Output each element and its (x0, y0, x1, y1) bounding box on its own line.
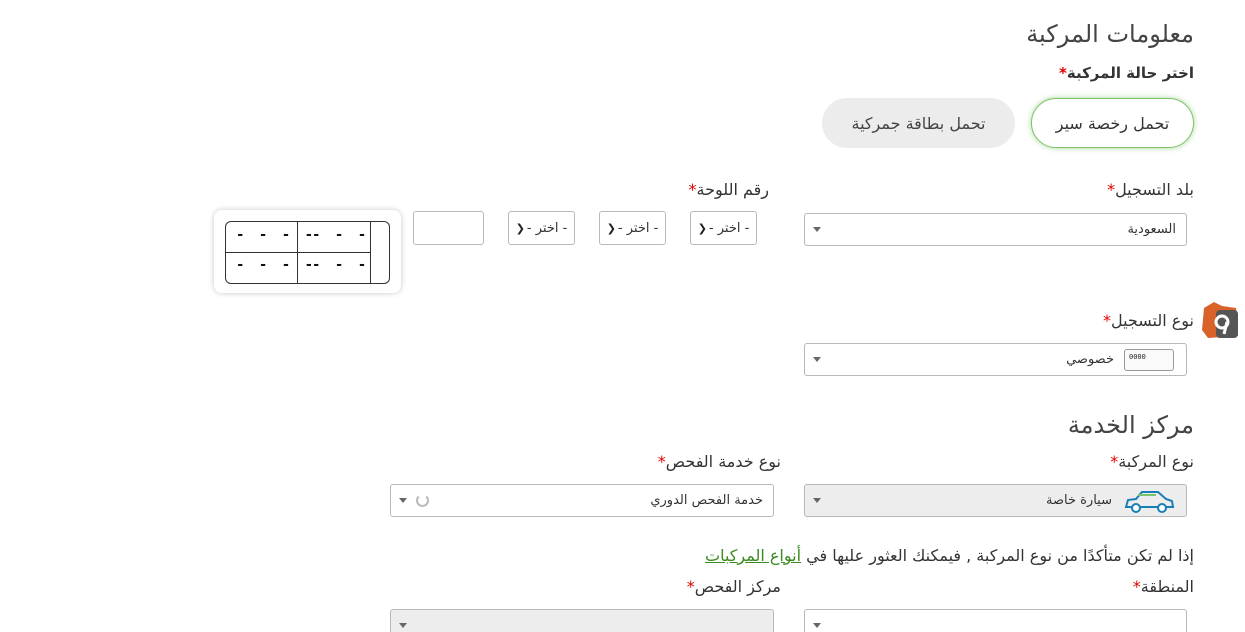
refresh-icon (416, 494, 429, 507)
plate-preview: - - - - - - - - - - - - - - (225, 221, 390, 284)
chevron-down-icon (813, 623, 821, 628)
plate-preview-card: - - - - - - - - - - - - - - (214, 210, 401, 293)
region-select[interactable] (804, 609, 1187, 632)
private-plate-icon: 0000 (1124, 349, 1174, 371)
plate-top-letters: - - - (312, 227, 370, 243)
plate-letter-select-2[interactable]: ❯ - اختر - (599, 211, 666, 245)
license-option-button[interactable]: تحمل رخصة سير (1031, 98, 1194, 148)
car-icon (1122, 489, 1176, 519)
vehicle-type-select[interactable]: سيارة خاصة (804, 484, 1187, 517)
registration-type-label: نوع التسجيل* (1102, 311, 1194, 330)
registration-country-label: بلد التسجيل* (1107, 180, 1194, 199)
chevron-down-icon (813, 227, 821, 232)
plate-number-input[interactable] (413, 211, 484, 245)
chevron-down-icon: ❯ (515, 221, 525, 235)
chevron-down-icon (399, 498, 407, 503)
chevron-down-icon: ❯ (697, 221, 707, 235)
inspection-center-label: مركز الفحص* (686, 577, 781, 596)
plate-divider-horizontal (226, 252, 370, 253)
customs-card-option-button[interactable]: تحمل بطاقة جمركية (822, 98, 1015, 148)
plate-letter-select-3[interactable]: ❯ - اختر - (508, 211, 575, 245)
plate-number-label: رقم اللوحة* (688, 180, 769, 199)
plate-bottom-letters: - - - (312, 257, 370, 273)
plate-bottom-numbers: - - - - (236, 257, 317, 273)
vehicle-types-link[interactable]: أنواع المركبات (705, 546, 801, 565)
service-center-title: مركز الخدمة (1067, 411, 1194, 439)
inspection-service-type-label: نوع خدمة الفحص* (657, 452, 781, 471)
inspection-center-select[interactable] (390, 609, 774, 632)
inspection-service-type-select[interactable]: خدمة الفحص الدوري (390, 484, 774, 517)
vehicle-info-title: معلومات المركبة (1026, 20, 1194, 48)
plate-divider-strip (370, 222, 371, 283)
chevron-down-icon: ❯ (606, 221, 616, 235)
plate-letter-select-1[interactable]: ❯ - اختر - (690, 211, 757, 245)
vehicle-status-label: اختر حالة المركبة* (1059, 64, 1194, 82)
chevron-down-icon (399, 623, 407, 628)
region-label: المنطقة* (1132, 577, 1194, 596)
brand-badge-icon (1200, 300, 1240, 340)
registration-type-select[interactable]: 0000 خصوصي (804, 343, 1187, 376)
chevron-down-icon (813, 498, 821, 503)
vehicle-type-hint: إذا لم تكن متأكدًا من نوع المركبة , فيمك… (705, 546, 1194, 565)
plate-top-numbers: - - - - (236, 227, 317, 243)
chevron-down-icon (813, 357, 821, 362)
registration-country-select[interactable]: السعودية (804, 213, 1187, 246)
vehicle-type-label: نوع المركبة* (1110, 452, 1194, 471)
